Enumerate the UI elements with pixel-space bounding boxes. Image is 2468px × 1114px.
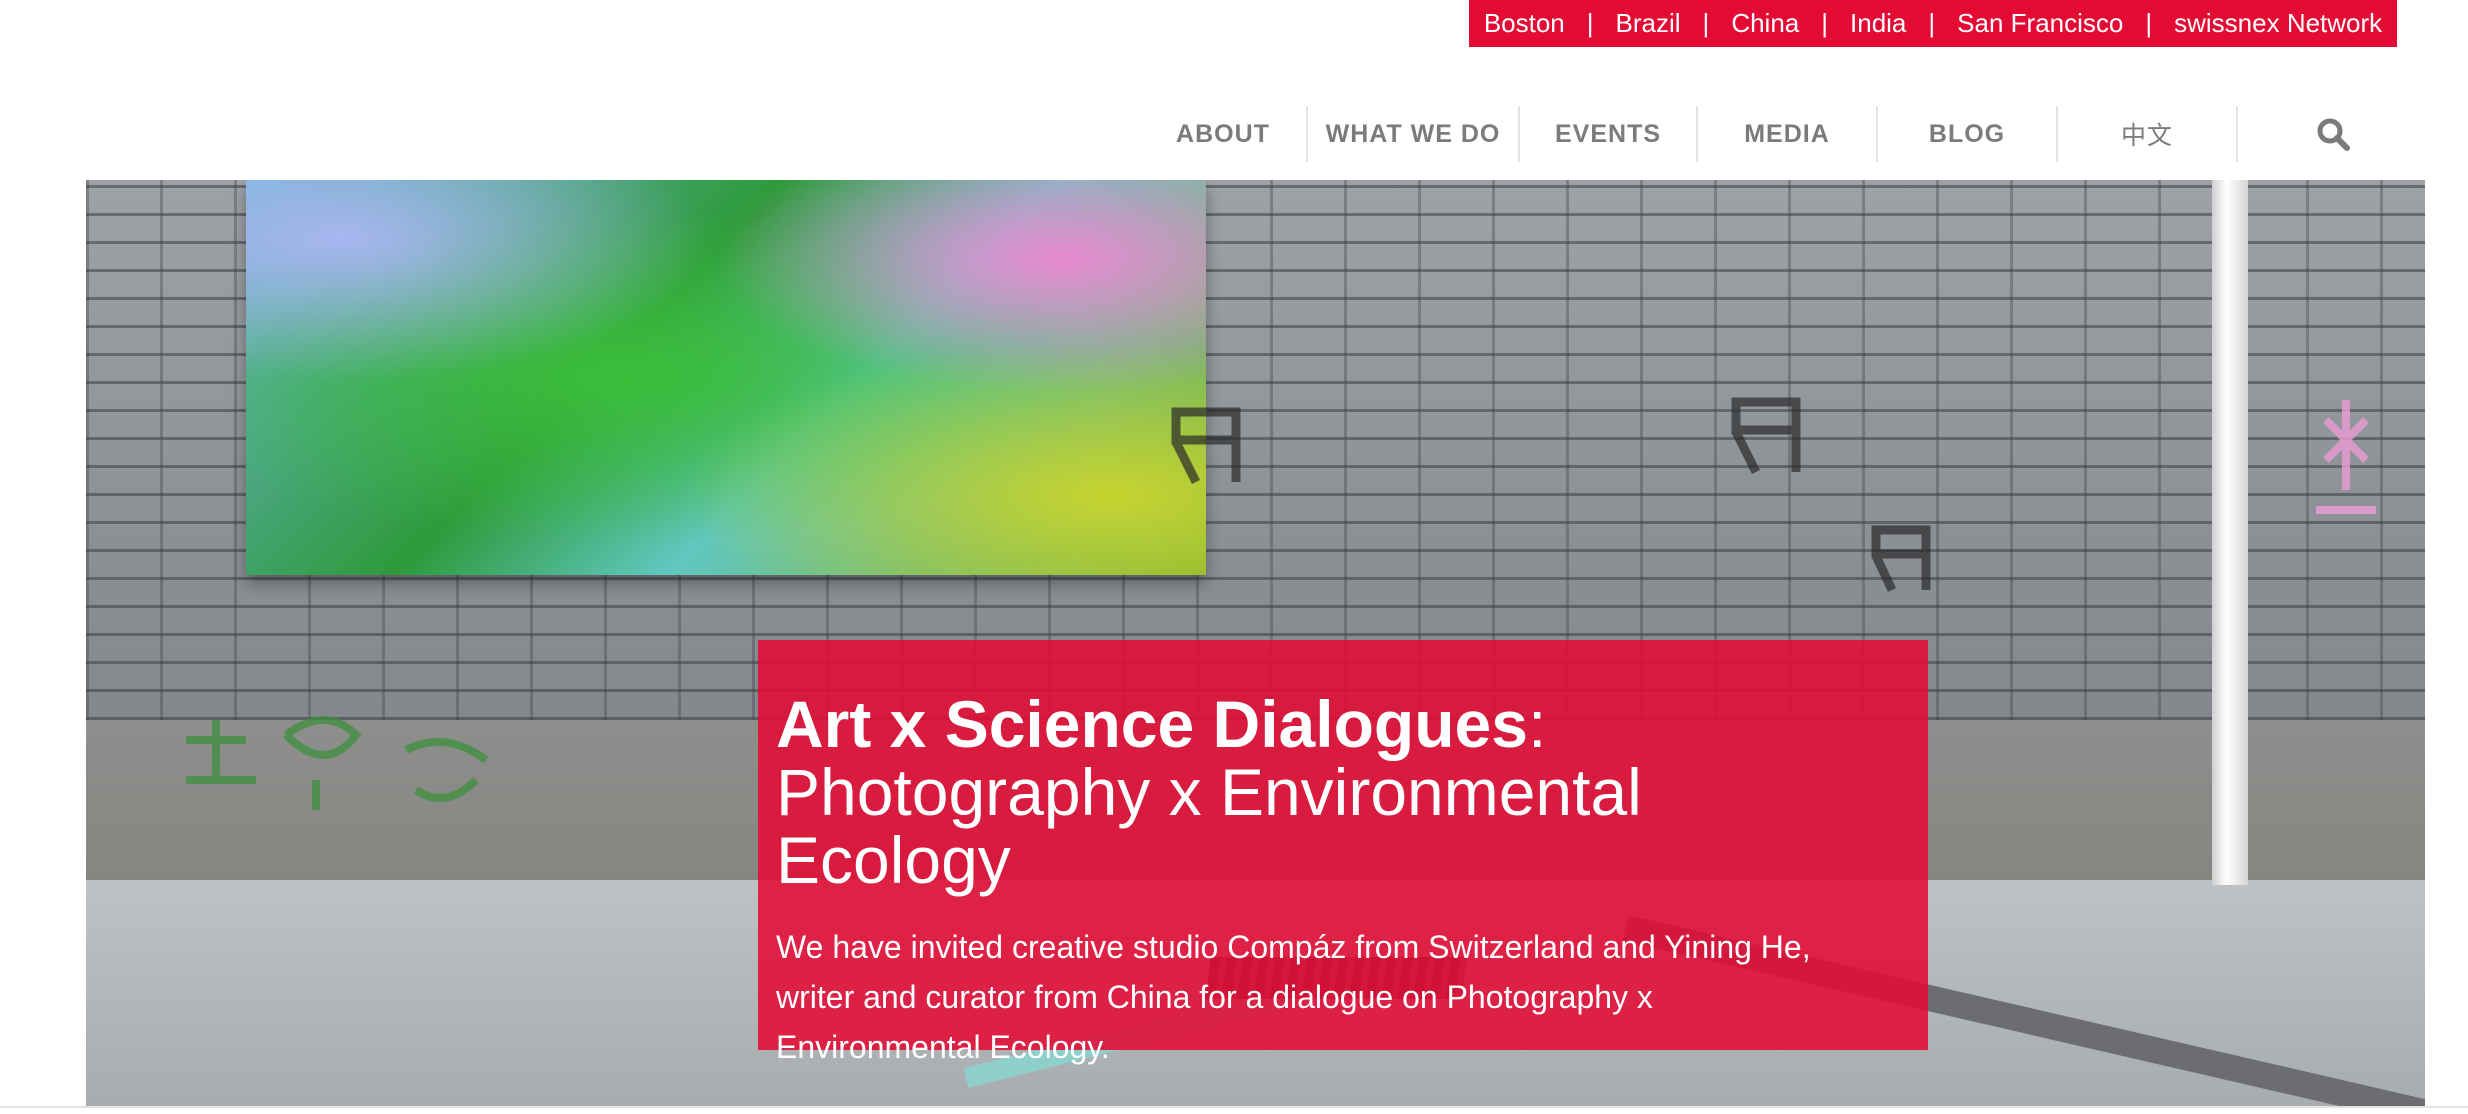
separator: |: [1821, 8, 1829, 38]
separator: |: [2145, 8, 2153, 38]
nav-item-events[interactable]: EVENTS: [1520, 106, 1698, 162]
nav-item-blog[interactable]: BLOG: [1878, 106, 2058, 162]
hero-headline[interactable]: Art x Science Dialogues: Photography x E…: [776, 690, 1916, 894]
nav-item-media[interactable]: MEDIA: [1698, 106, 1878, 162]
separator: |: [1702, 8, 1710, 38]
location-link-india[interactable]: India: [1850, 8, 1906, 39]
hero-title-colon: :: [1527, 687, 1547, 761]
hero-title-bold: Art x Science Dialogues: [776, 687, 1528, 761]
location-link-boston[interactable]: Boston: [1484, 8, 1565, 39]
hero-banner[interactable]: Art x Science Dialogues: Photography x E…: [86, 180, 2425, 1106]
hero-title-line2: Ecology: [776, 823, 1011, 897]
hero-title-line1: Photography x Environmental: [776, 755, 1642, 829]
separator: |: [1928, 8, 1936, 38]
main-nav: ABOUT WHAT WE DO EVENTS MEDIA BLOG 中文: [1130, 106, 2428, 162]
location-bar: Boston | Brazil | China | India | San Fr…: [1469, 0, 2397, 47]
location-link-san-francisco[interactable]: San Francisco: [1957, 8, 2123, 39]
location-link-brazil[interactable]: Brazil: [1616, 8, 1681, 39]
search-icon: [2317, 118, 2350, 151]
search-button[interactable]: [2238, 106, 2428, 162]
separator: |: [1586, 8, 1594, 38]
nav-item-what-we-do[interactable]: WHAT WE DO: [1308, 106, 1520, 162]
divider: [0, 1106, 2468, 1108]
location-link-china[interactable]: China: [1731, 8, 1799, 39]
hero-description: We have invited creative studio Compáz f…: [776, 929, 1811, 1065]
nav-item-chinese[interactable]: 中文: [2058, 106, 2238, 162]
location-link-swissnex-network[interactable]: swissnex Network: [2174, 8, 2382, 39]
nav-item-about[interactable]: ABOUT: [1140, 106, 1308, 162]
